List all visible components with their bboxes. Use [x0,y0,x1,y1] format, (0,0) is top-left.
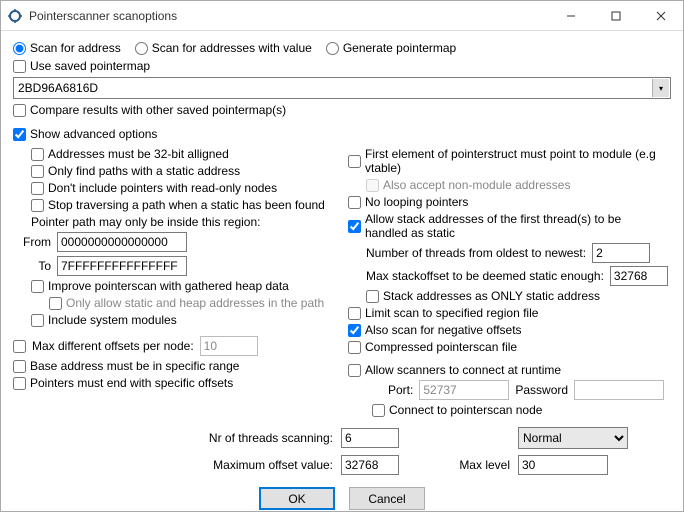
compare-results-check[interactable]: Compare results with other saved pointer… [13,103,661,117]
region-label: Pointer path may only be inside this reg… [31,215,336,229]
left-column: Addresses must be 32-bit alligned Only f… [13,147,336,417]
limit-region-file-check[interactable]: Limit scan to specified region file [348,306,661,320]
max-diff-input[interactable] [200,336,258,356]
ok-button[interactable]: OK [259,487,335,510]
scan-for-address-radio[interactable]: Scan for address [13,41,121,55]
bottom-grid: Nr of threads scanning: Normal Maximum o… [13,427,671,475]
threads-scanning-input[interactable] [341,428,399,448]
static-paths-check[interactable]: Only find paths with a static address [31,164,326,178]
end-specific-check[interactable]: Pointers must end with specific offsets [13,376,326,390]
stack-only-check[interactable]: Stack addresses as ONLY static address [366,289,661,303]
use-saved-pointermap-check[interactable]: Use saved pointermap [13,59,661,73]
max-offset-input[interactable] [341,455,399,475]
cancel-button[interactable]: Cancel [349,487,425,510]
priority-combo[interactable]: Normal [518,427,628,449]
address-input[interactable] [13,77,671,99]
close-button[interactable] [638,1,683,31]
include-system-check[interactable]: Include system modules [31,313,326,327]
no-readonly-check[interactable]: Don't include pointers with read-only no… [31,181,326,195]
to-input[interactable] [57,256,187,276]
max-offset-label: Maximum offset value: [13,458,333,472]
generate-pointermap-radio[interactable]: Generate pointermap [326,41,456,55]
password-input[interactable] [574,380,664,400]
threads-input[interactable] [592,243,650,263]
base-in-range-check[interactable]: Base address must be in specific range [13,359,326,373]
stackoffset-input[interactable] [610,266,668,286]
only-static-heap-check[interactable]: Only allow static and heap addresses in … [49,296,326,310]
right-column: First element of pointerstruct must poin… [348,147,671,417]
allow-scanners-check[interactable]: Allow scanners to connect at runtime [348,363,661,377]
dialog-buttons: OK Cancel [13,479,671,511]
content: Scan for address Scan for addresses with… [1,31,683,511]
stop-on-static-check[interactable]: Stop traversing a path when a static has… [31,198,326,212]
maximize-button[interactable] [593,1,638,31]
address-combo[interactable]: ▾ [13,77,671,99]
stackoffset-label: Max stackoffset to be deemed static enou… [366,269,604,283]
no-looping-check[interactable]: No looping pointers [348,195,661,209]
threads-scanning-label: Nr of threads scanning: [13,431,333,445]
port-input[interactable] [419,380,509,400]
password-label: Password [515,383,568,397]
from-label: From [15,235,53,249]
improve-heap-check[interactable]: Improve pointerscan with gathered heap d… [31,279,326,293]
allow-stack-check[interactable]: Allow stack addresses of the first threa… [348,212,661,240]
threads-label: Number of threads from oldest to newest: [366,246,586,260]
stackoffset-row: Max stackoffset to be deemed static enou… [366,266,671,286]
minimize-button[interactable] [548,1,593,31]
to-label: To [15,259,53,273]
region-inputs: From To [15,232,336,276]
max-level-label: Max level [450,458,510,472]
window-title: Pointerscanner scanoptions [29,9,177,23]
titlebar: Pointerscanner scanoptions [1,1,683,31]
max-diff-check[interactable] [13,340,26,353]
compressed-file-check[interactable]: Compressed pointerscan file [348,340,661,354]
max-level-input[interactable] [518,455,608,475]
first-to-module-check[interactable]: First element of pointerstruct must poin… [348,147,661,175]
from-input[interactable] [57,232,187,252]
scan-for-addresses-value-radio[interactable]: Scan for addresses with value [135,41,312,55]
chevron-down-icon[interactable]: ▾ [652,79,669,97]
connect-node-check[interactable]: Connect to pointerscan node [372,403,661,417]
threads-row: Number of threads from oldest to newest: [366,243,671,263]
port-row: Port: Password [388,380,671,400]
show-advanced-check[interactable]: Show advanced options [13,127,661,141]
negative-offsets-check[interactable]: Also scan for negative offsets [348,323,661,337]
advanced-columns: Addresses must be 32-bit alligned Only f… [13,147,671,417]
addresses-32bit-check[interactable]: Addresses must be 32-bit alligned [31,147,326,161]
window: Pointerscanner scanoptions Scan for addr… [0,0,684,512]
max-diff-label: Max different offsets per node: [32,339,194,353]
max-diff-row: Max different offsets per node: [13,336,336,356]
accept-nonmodule-check: Also accept non-module addresses [366,178,661,192]
app-icon [7,8,23,24]
scan-mode-radios: Scan for address Scan for addresses with… [13,41,671,55]
port-label: Port: [388,383,413,397]
